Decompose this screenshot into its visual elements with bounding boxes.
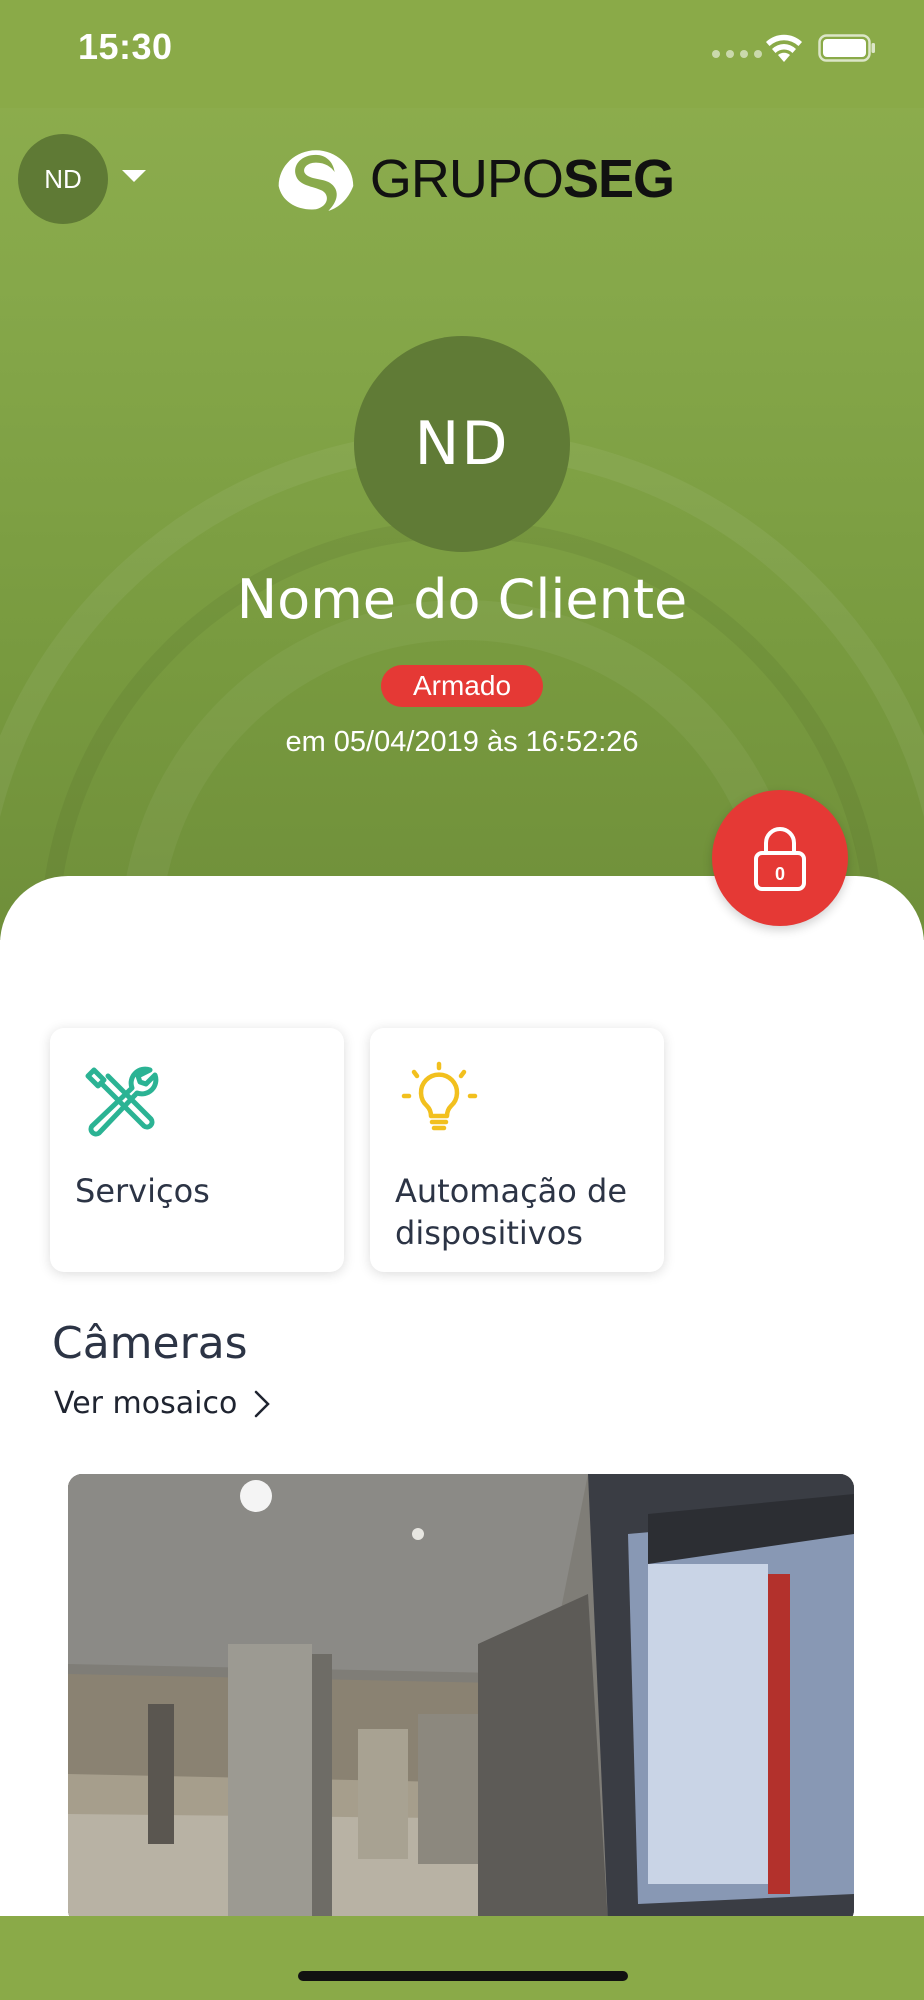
home-indicator[interactable]	[298, 1971, 628, 1981]
services-tile[interactable]: Serviços	[50, 1028, 344, 1272]
camera-preview[interactable]	[68, 1474, 854, 1924]
bottom-bar	[0, 1916, 924, 2000]
services-label: Serviços	[75, 1172, 210, 1210]
status-bar: 15:30	[0, 0, 924, 108]
automation-label: Automação de dispositivos	[395, 1172, 628, 1252]
brand-logo: GRUPOSEG	[274, 136, 675, 222]
status-time: 15:30	[78, 26, 173, 67]
client-name: Nome do Cliente	[236, 568, 688, 631]
battery-icon	[818, 34, 875, 62]
chevron-right-icon	[255, 1390, 271, 1417]
camera-feed-image	[68, 1474, 854, 1924]
lock-icon: 0	[754, 827, 806, 891]
automation-tile[interactable]: Automação de dispositivos	[370, 1028, 664, 1272]
logo-text-bold: SEG	[562, 149, 675, 209]
logo-emblem-icon	[278, 150, 354, 211]
arm-disarm-button[interactable]: 0	[712, 790, 848, 926]
view-mosaic-link[interactable]: Ver mosaico	[54, 1386, 271, 1421]
account-avatar[interactable]: ND	[18, 134, 108, 224]
lock-badge: 0	[775, 864, 785, 884]
logo-text-light: GRUPO	[369, 149, 564, 209]
status-timestamp: em 05/04/2019 às 16:52:26	[285, 726, 639, 758]
view-mosaic-label: Ver mosaico	[54, 1386, 238, 1421]
logo-text: GRUPOSEG	[369, 148, 675, 210]
tools-icon	[85, 1066, 159, 1137]
lightbulb-icon	[401, 1061, 478, 1131]
wifi-icon	[766, 34, 802, 62]
signal-icon	[712, 50, 762, 58]
cameras-title: Câmeras	[52, 1318, 248, 1369]
status-badge: Armado	[381, 665, 543, 707]
profile-avatar: ND	[354, 336, 570, 552]
chevron-down-icon[interactable]	[122, 170, 146, 182]
